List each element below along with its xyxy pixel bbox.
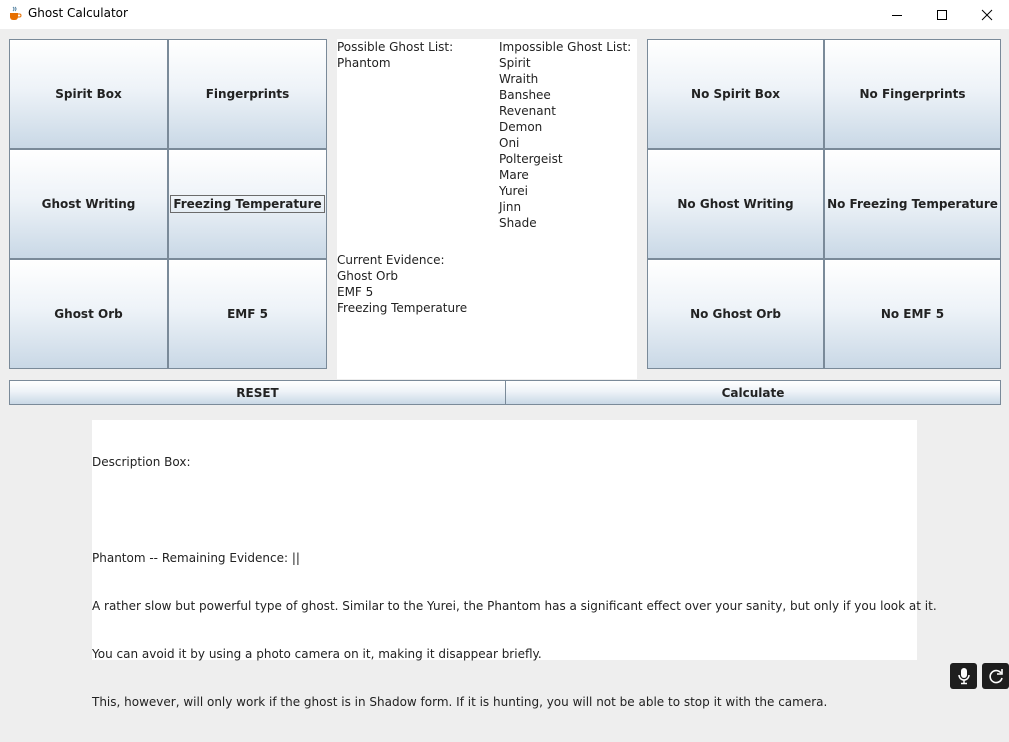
description-line: Phantom -- Remaining Evidence: || [92, 551, 300, 565]
no-freezing-temperature-button[interactable]: No Freezing Temperature [824, 149, 1001, 259]
impossible-ghost-item: Wraith [499, 72, 539, 86]
ghost-orb-label: Ghost Orb [54, 307, 123, 321]
impossible-list-header: Impossible Ghost List: [499, 40, 632, 54]
emf5-button[interactable]: EMF 5 [168, 259, 327, 369]
microphone-icon [957, 668, 970, 685]
no-spirit-box-button[interactable]: No Spirit Box [647, 39, 824, 149]
impossible-ghost-item: Demon [499, 120, 543, 134]
possible-ghost-item: Phantom [337, 56, 391, 70]
description-line: You can avoid it by using a photo camera… [92, 647, 542, 661]
minimize-button[interactable] [874, 0, 920, 29]
description-header: Description Box: [92, 455, 191, 469]
maximize-icon [937, 9, 947, 20]
description-line: A rather slow but powerful type of ghost… [92, 599, 937, 613]
current-evidence-item: EMF 5 [337, 285, 374, 299]
ghost-writing-label: Ghost Writing [41, 197, 136, 211]
ghost-list-panel: Possible Ghost List: Phantom Impossible … [337, 39, 637, 379]
reset-button[interactable]: RESET [9, 380, 506, 405]
no-fingerprints-button[interactable]: No Fingerprints [824, 39, 1001, 149]
no-emf5-button[interactable]: No EMF 5 [824, 259, 1001, 369]
no-ghost-writing-label: No Ghost Writing [677, 197, 794, 211]
minimize-icon [892, 14, 902, 16]
no-ghost-orb-button[interactable]: No Ghost Orb [647, 259, 824, 369]
ghost-writing-button[interactable]: Ghost Writing [9, 149, 168, 259]
close-button[interactable] [964, 0, 1009, 29]
spirit-box-label: Spirit Box [55, 87, 122, 101]
current-evidence-item: Ghost Orb [337, 269, 399, 283]
no-ghost-orb-label: No Ghost Orb [690, 307, 781, 321]
impossible-ghost-item: Revenant [499, 104, 556, 118]
no-emf5-label: No EMF 5 [880, 307, 945, 321]
impossible-ghost-item: Mare [499, 168, 529, 182]
calculate-button[interactable]: Calculate [505, 380, 1001, 405]
freezing-temperature-label: Freezing Temperature [170, 195, 325, 213]
current-evidence-list: Current Evidence: Ghost Orb EMF 5 Freezi… [337, 252, 467, 316]
no-ghost-writing-button[interactable]: No Ghost Writing [647, 149, 824, 259]
fingerprints-button[interactable]: Fingerprints [168, 39, 327, 149]
calculate-label: Calculate [721, 385, 785, 400]
current-evidence-item: Freezing Temperature [337, 301, 468, 315]
maximize-button[interactable] [919, 0, 965, 29]
close-icon [981, 9, 993, 20]
impossible-ghost-item: Poltergeist [499, 152, 563, 166]
impossible-ghost-item: Yurei [499, 184, 528, 198]
impossible-ghost-item: Jinn [499, 200, 522, 214]
possible-ghost-list: Possible Ghost List: Phantom [337, 39, 453, 71]
description-text: Description Box: Phantom -- Remaining Ev… [92, 422, 937, 742]
impossible-ghost-item: Shade [499, 216, 537, 230]
impossible-ghost-item: Oni [499, 136, 520, 150]
window-title: Ghost Calculator [28, 6, 128, 20]
possible-list-header: Possible Ghost List: [337, 40, 454, 54]
refresh-button[interactable] [982, 663, 1009, 689]
description-blank-line [92, 502, 937, 518]
emf5-label: EMF 5 [227, 307, 268, 321]
ghost-orb-button[interactable]: Ghost Orb [9, 259, 168, 369]
no-fingerprints-label: No Fingerprints [859, 87, 966, 101]
reset-label: RESET [236, 385, 279, 400]
impossible-ghost-list: Impossible Ghost List: Spirit Wraith Ban… [499, 39, 631, 231]
java-cup-icon [8, 6, 22, 21]
no-spirit-box-label: No Spirit Box [691, 87, 780, 101]
refresh-icon [988, 669, 1003, 684]
no-freezing-temperature-label: No Freezing Temperature [827, 197, 998, 211]
title-bar: Ghost Calculator [0, 0, 1009, 29]
impossible-ghost-item: Banshee [499, 88, 551, 102]
microphone-button[interactable] [950, 663, 977, 689]
freezing-temperature-button[interactable]: Freezing Temperature [168, 149, 327, 259]
description-line: This, however, will only work if the gho… [92, 695, 828, 709]
impossible-ghost-item: Spirit [499, 56, 531, 70]
description-box[interactable]: Description Box: Phantom -- Remaining Ev… [92, 420, 937, 709]
fingerprints-label: Fingerprints [205, 87, 290, 101]
current-evidence-header: Current Evidence: [337, 253, 445, 267]
spirit-box-button[interactable]: Spirit Box [9, 39, 168, 149]
